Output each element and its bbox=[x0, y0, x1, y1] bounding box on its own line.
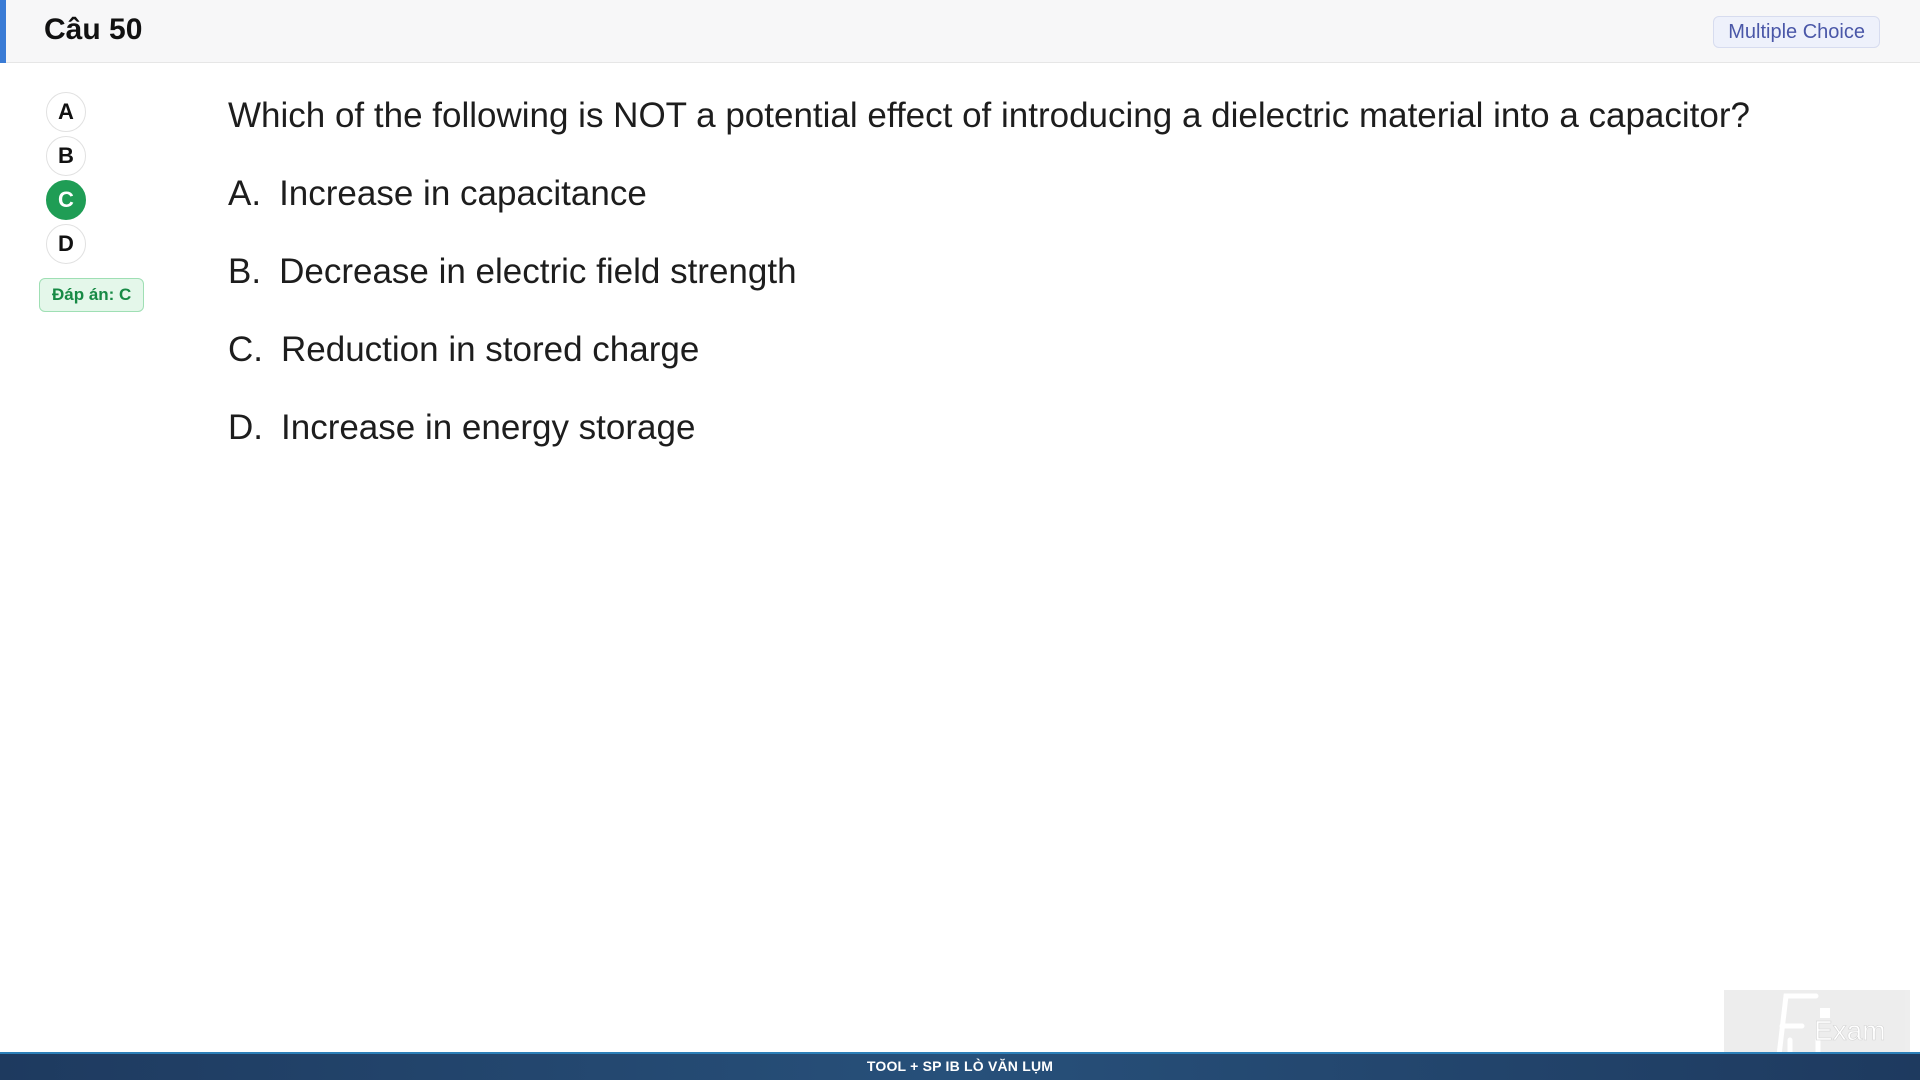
logo-text: Exam bbox=[1814, 1015, 1886, 1046]
header-accent-bar bbox=[0, 0, 6, 63]
options-list: A. Increase in capacitance B. Decrease in … bbox=[228, 172, 797, 484]
option-letter: A. bbox=[228, 174, 262, 213]
option-text: Reduction in stored charge bbox=[281, 330, 700, 369]
question-number-title: Câu 50 bbox=[44, 13, 143, 46]
choice-button-d[interactable]: D bbox=[46, 224, 86, 264]
choice-button-b[interactable]: B bbox=[46, 136, 86, 176]
option-d[interactable]: D. Increase in energy storage bbox=[228, 406, 797, 484]
option-c[interactable]: C. Reduction in stored charge bbox=[228, 328, 797, 406]
footer-bar: TOOL + SP IB LÒ VĂN LỤM bbox=[0, 1052, 1920, 1080]
option-b[interactable]: B. Decrease in electric field strength bbox=[228, 250, 797, 328]
question-text: Which of the following is NOT a potentia… bbox=[228, 96, 1750, 135]
option-a[interactable]: A. Increase in capacitance bbox=[228, 172, 797, 250]
option-text: Increase in energy storage bbox=[281, 408, 696, 447]
option-text: Increase in capacitance bbox=[279, 174, 647, 213]
question-type-badge: Multiple Choice bbox=[1713, 16, 1880, 48]
footer-credit-text: TOOL + SP IB LÒ VĂN LỤM bbox=[866, 1058, 1054, 1074]
option-letter: C. bbox=[228, 330, 263, 369]
question-header: Câu 50 Multiple Choice bbox=[0, 0, 1920, 63]
option-letter: D. bbox=[228, 408, 263, 447]
choice-button-a[interactable]: A bbox=[46, 92, 86, 132]
correct-answer-badge: Đáp án: C bbox=[39, 278, 145, 312]
exam-page: Câu 50 Multiple Choice A B C D Đáp án: C… bbox=[0, 0, 1920, 1080]
option-text: Decrease in electric field strength bbox=[279, 252, 797, 291]
choice-button-c[interactable]: C bbox=[46, 180, 86, 220]
option-letter: B. bbox=[228, 252, 262, 291]
answer-choice-nav: A B C D bbox=[46, 92, 86, 268]
